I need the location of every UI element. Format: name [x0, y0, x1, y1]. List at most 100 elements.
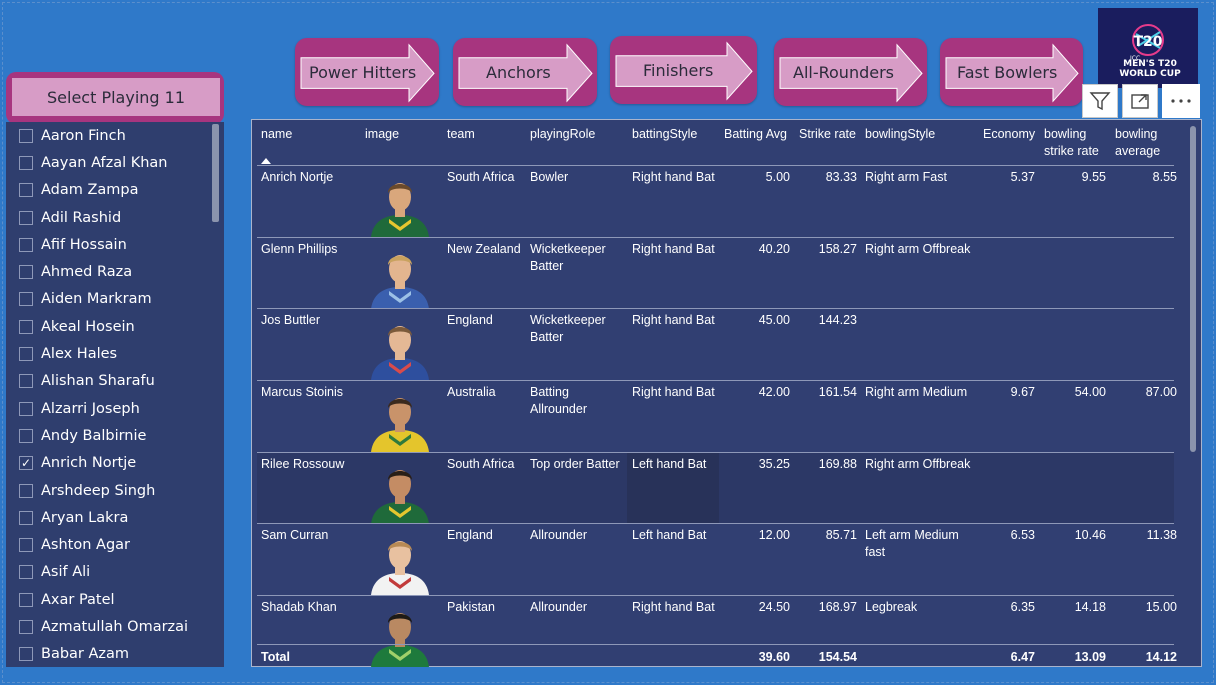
header-bowling-avg-line1: bowling — [1115, 127, 1158, 141]
cell-strike-rate: 85.71 — [825, 528, 857, 542]
header-playing-role[interactable]: playingRole — [530, 126, 595, 143]
slicer-item[interactable]: Aiden Markram — [6, 286, 224, 313]
player-slicer: Aaron Finch Aayan Afzal Khan Adam Zampa Adi… — [6, 122, 224, 667]
slicer-item-label: Adam Zampa — [41, 182, 139, 199]
slicer-item[interactable]: Afif Hossain — [6, 231, 224, 258]
cell-bowling-style: Right arm Offbreak — [865, 456, 977, 473]
arrow-button-3[interactable]: Finishers — [610, 36, 757, 104]
slicer-item[interactable]: Adil Rashid — [6, 204, 224, 231]
table-row[interactable]: Rilee Rossouw South Africa Left hand Bat 35… — [257, 452, 1174, 524]
slicer-scrollbar[interactable] — [212, 124, 219, 222]
checkbox-checked[interactable]: ✓ — [19, 456, 33, 471]
slicer-item-label: Afif Hossain — [41, 236, 127, 253]
table-scrollbar[interactable] — [1190, 126, 1196, 452]
cell-name: Anrich Nortje — [261, 170, 334, 184]
slicer-item[interactable]: Ashton Agar — [6, 531, 224, 558]
header-batting-avg[interactable]: Batting Avg — [724, 126, 787, 143]
cell-name: Sam Curran — [261, 528, 329, 542]
cell-bowling-average: 87.00 — [1145, 385, 1177, 399]
slicer-item[interactable]: Aayan Afzal Khan — [6, 149, 224, 176]
checkbox[interactable] — [19, 292, 33, 307]
checkbox[interactable] — [19, 265, 33, 280]
player-photo — [367, 169, 433, 237]
slicer-item[interactable]: Axar Patel — [6, 586, 224, 613]
checkbox[interactable] — [19, 483, 33, 498]
cell-playing-role: Wicketkeeper Batter — [530, 312, 630, 346]
arrow-button-1[interactable]: Power Hitters — [295, 38, 439, 106]
arrow-button-4[interactable]: All-Rounders — [774, 38, 927, 106]
focus-mode-icon[interactable] — [1122, 84, 1158, 118]
table-row[interactable]: Anrich Nortje South Africa Right hand Bat 5… — [257, 165, 1177, 237]
header-economy[interactable]: Economy — [983, 126, 1035, 143]
cell-playing-role: Allrounder — [530, 599, 630, 616]
slicer-item[interactable]: Asif Ali — [6, 559, 224, 586]
filter-icon[interactable] — [1082, 84, 1118, 118]
header-strike-rate[interactable]: Strike rate — [799, 126, 856, 143]
header-name[interactable]: name — [261, 126, 292, 143]
header-bowling-average[interactable]: bowling average — [1115, 126, 1160, 160]
slicer-item[interactable]: Alex Hales — [6, 340, 224, 367]
slicer-item[interactable]: Arshdeep Singh — [6, 477, 224, 504]
table-row[interactable]: Marcus Stoinis Australia Right hand Bat 42.… — [257, 380, 1177, 452]
cell-strike-rate: 168.97 — [818, 600, 857, 614]
header-batting-style[interactable]: battingStyle — [632, 126, 697, 143]
arrow-button-2[interactable]: Anchors — [453, 38, 597, 106]
table-row[interactable]: Glenn Phillips New Zealand Right hand Bat 4… — [257, 237, 1174, 309]
slicer-item-label: Aayan Afzal Khan — [41, 154, 168, 171]
player-photo — [367, 312, 433, 380]
cell-batting-avg: 42.00 — [758, 385, 790, 399]
slicer-item[interactable]: Alzarri Joseph — [6, 395, 224, 422]
checkbox[interactable] — [19, 592, 33, 607]
checkbox[interactable] — [19, 210, 33, 225]
header-bowling-strike-rate[interactable]: bowling strike rate — [1044, 126, 1099, 160]
checkbox[interactable] — [19, 565, 33, 580]
sort-ascending-icon[interactable] — [261, 158, 271, 164]
slicer-item-label: Babar Azam — [41, 646, 130, 663]
bowling-line-1: Right arm Offbreak — [865, 457, 971, 471]
select-playing-11-button[interactable]: Select Playing 11 — [6, 72, 224, 124]
slicer-item-label: Adil Rashid — [41, 209, 122, 226]
arrow-button-label: Fast Bowlers — [957, 62, 1058, 82]
checkbox[interactable] — [19, 319, 33, 334]
cell-strike-rate: 161.54 — [818, 385, 857, 399]
header-team[interactable]: team — [447, 126, 475, 143]
checkbox[interactable] — [19, 183, 33, 198]
slicer-item-label: Alzarri Joseph — [41, 400, 140, 417]
checkbox[interactable] — [19, 347, 33, 362]
slicer-item-label: Arshdeep Singh — [41, 482, 156, 499]
checkbox[interactable] — [19, 428, 33, 443]
role-line-1: Batting — [530, 385, 569, 399]
slicer-item[interactable]: ✓ Anrich Nortje — [6, 450, 224, 477]
checkbox[interactable] — [19, 619, 33, 634]
checkbox[interactable] — [19, 510, 33, 525]
checkbox[interactable] — [19, 237, 33, 252]
header-image[interactable]: image — [365, 126, 399, 143]
slicer-item[interactable]: Azmatullah Omarzai — [6, 613, 224, 640]
bowling-line-1: Left arm Medium — [865, 528, 959, 542]
cell-bowling-strike-rate: 54.00 — [1074, 385, 1106, 399]
slicer-item[interactable]: Ahmed Raza — [6, 258, 224, 285]
slicer-item[interactable]: Akeal Hosein — [6, 313, 224, 340]
checkbox[interactable] — [19, 401, 33, 416]
checkbox[interactable] — [19, 155, 33, 170]
checkbox[interactable] — [19, 538, 33, 553]
role-line-1: Allrounder — [530, 528, 587, 542]
arrow-button-5[interactable]: Fast Bowlers — [940, 38, 1083, 106]
slicer-item[interactable]: Babar Azam — [6, 641, 224, 667]
slicer-item[interactable]: Aryan Lakra — [6, 504, 224, 531]
total-bowling-average: 14.12 — [1145, 650, 1177, 664]
header-bowling-sr-line1: bowling — [1044, 127, 1087, 141]
arrow-button-label: Finishers — [643, 60, 714, 80]
more-options-icon[interactable] — [1162, 84, 1200, 118]
slicer-item[interactable]: Andy Balbirnie — [6, 422, 224, 449]
slicer-item[interactable]: Alishan Sharafu — [6, 368, 224, 395]
checkbox[interactable] — [19, 128, 33, 143]
cell-bowling-strike-rate: 14.18 — [1074, 600, 1106, 614]
checkbox[interactable] — [19, 647, 33, 662]
table-row[interactable]: Jos Buttler England Right hand Bat 45.00 144… — [257, 308, 1174, 380]
slicer-item[interactable]: Aaron Finch — [6, 122, 224, 149]
checkbox[interactable] — [19, 374, 33, 389]
slicer-item[interactable]: Adam Zampa — [6, 177, 224, 204]
table-row[interactable]: Sam Curran England Left hand Bat 12.00 85.71… — [257, 523, 1177, 595]
header-bowling-style[interactable]: bowlingStyle — [865, 126, 935, 143]
